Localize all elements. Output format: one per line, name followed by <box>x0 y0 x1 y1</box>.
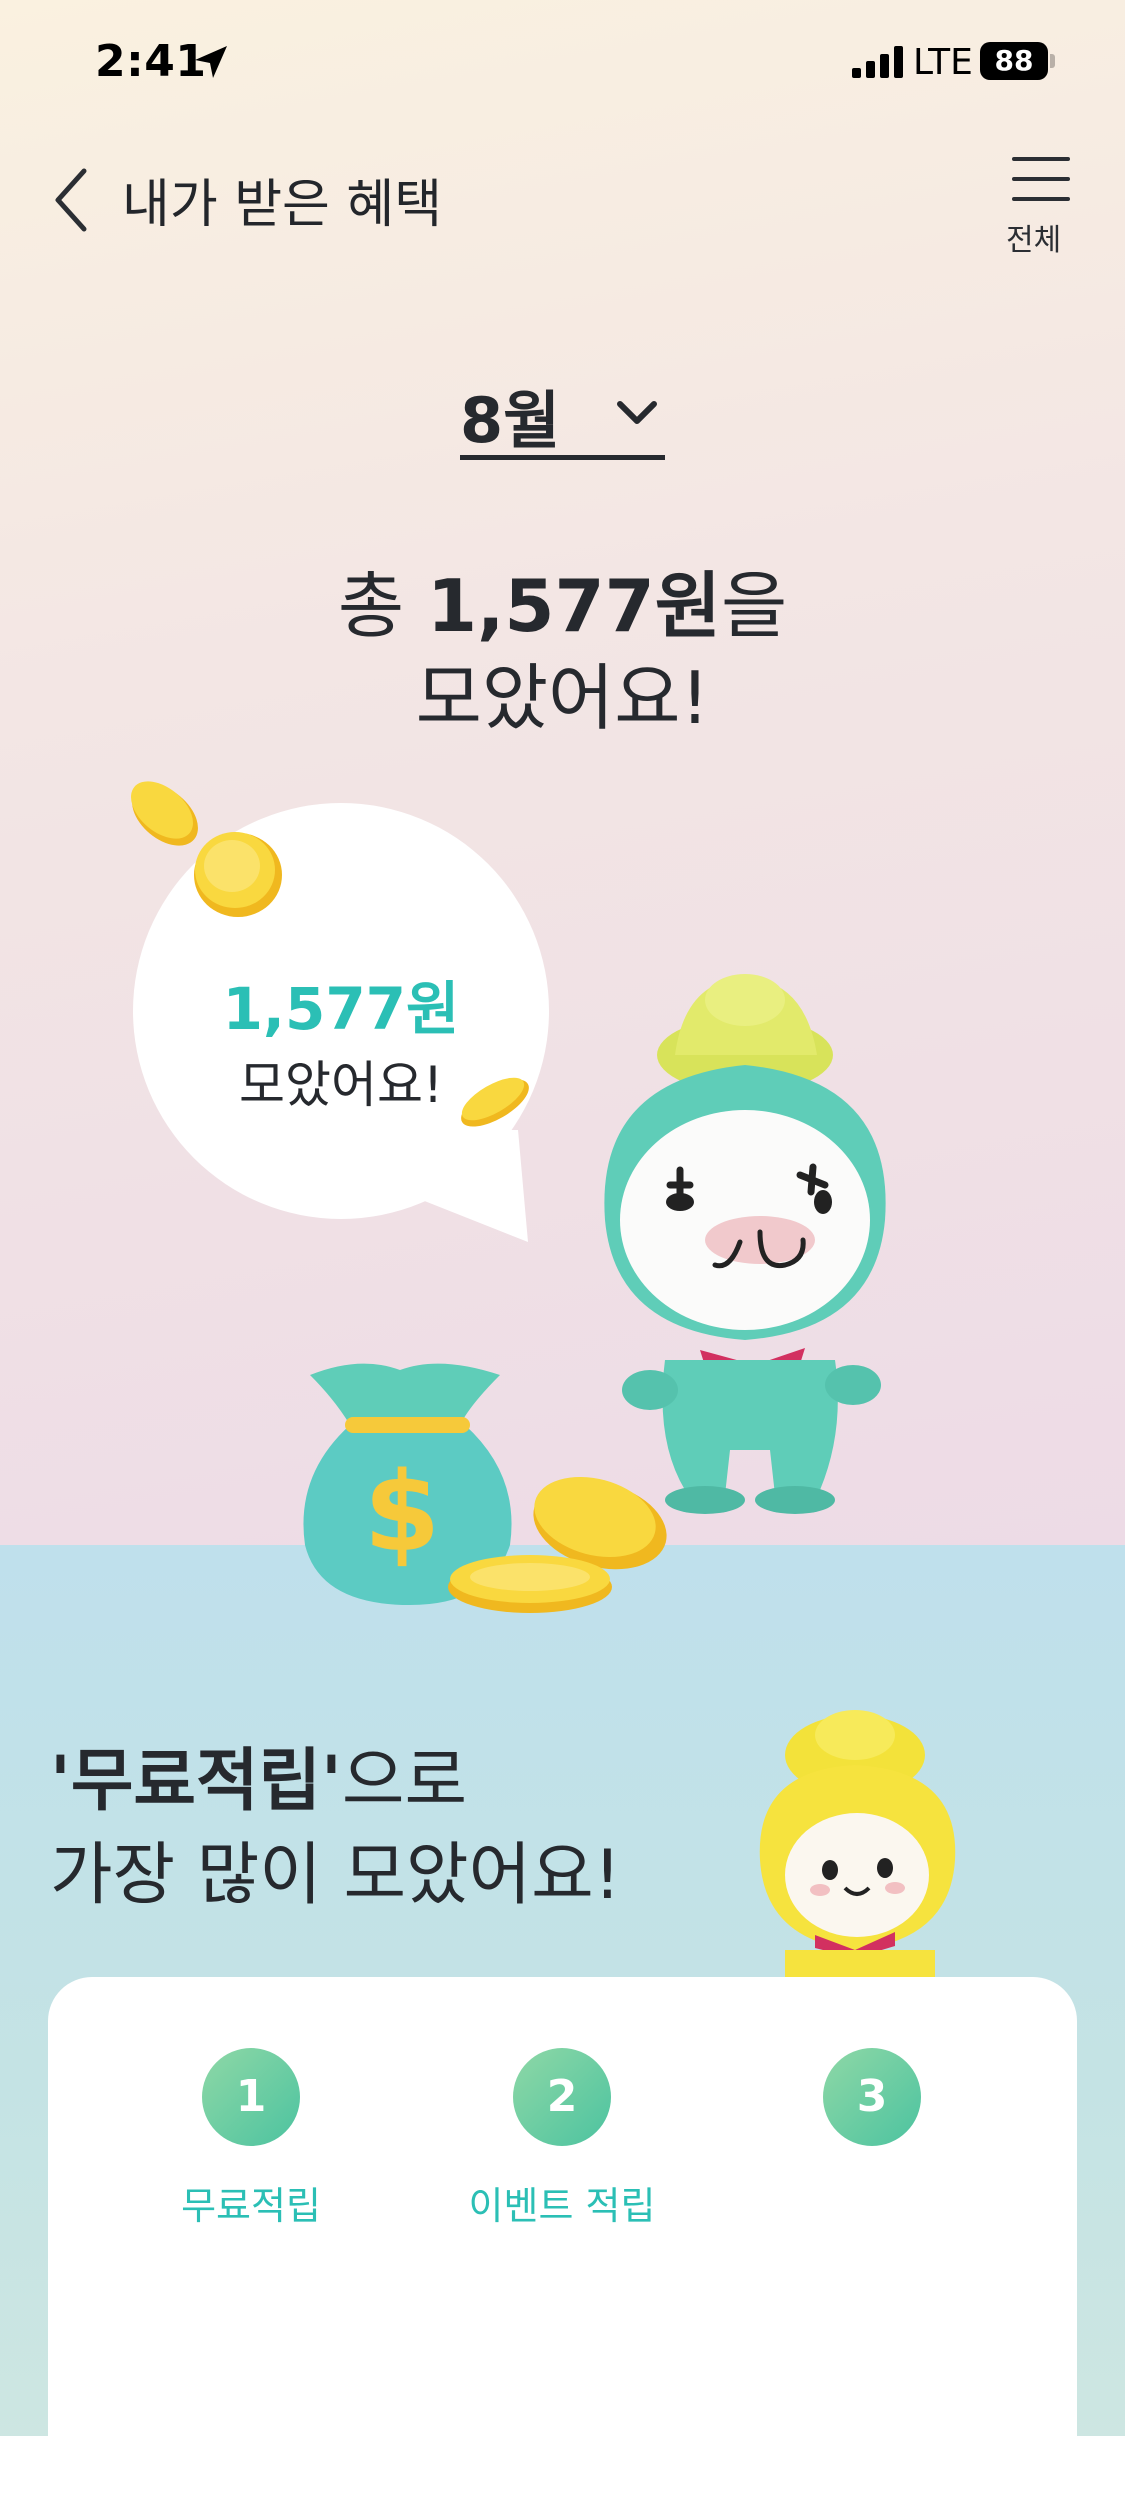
signal-icon <box>852 46 903 78</box>
rank-3-badge: 3 <box>823 2048 921 2146</box>
month-underline <box>460 455 665 460</box>
summary-line-1: 총 1,577원을 <box>0 560 1125 652</box>
svg-text:$: $ <box>364 1448 441 1576</box>
menu-icon-bar <box>1012 197 1070 201</box>
top-source-line-1: '무료적립'으로 <box>50 1735 621 1829</box>
rank-1-label[interactable]: 무료적립 <box>121 2175 381 2230</box>
menu-label[interactable]: 전체 <box>1006 215 1061 259</box>
coin-icon <box>131 781 282 917</box>
ranking-card: 1 무료적립 2 이벤트 적립 3 <box>48 1977 1077 2497</box>
summary-amount: 1,577원 <box>426 564 721 648</box>
top-source-highlight: '무료적립' <box>50 1742 342 1821</box>
network-type: LTE <box>913 42 973 83</box>
top-source-line-2: 가장 많이 모았어요! <box>50 1836 621 1915</box>
summary-suffix: 을 <box>720 564 788 648</box>
summary-prefix: 총 <box>337 564 427 648</box>
speech-bubble-tail <box>410 1130 528 1242</box>
status-time: 2:41 <box>95 36 207 87</box>
rank-1-badge: 1 <box>202 2048 300 2146</box>
top-source-heading: '무료적립'으로 가장 많이 모았어요! <box>50 1735 621 1923</box>
bubble-amount: 1,577원 <box>222 975 460 1043</box>
month-value: 8월 <box>460 384 561 457</box>
menu-icon-bar <box>1012 177 1070 181</box>
rank-2-label[interactable]: 이벤트 적립 <box>432 2175 692 2230</box>
summary-headline: 총 1,577원을 모았어요! <box>0 560 1125 744</box>
status-bar: 2:41 LTE 88 <box>0 0 1125 126</box>
month-selector[interactable]: 8월 <box>460 370 665 464</box>
yellow-mascot-character <box>759 1710 956 1980</box>
coin-icon <box>461 1077 529 1127</box>
battery-cap <box>1050 54 1055 68</box>
summary-line-2: 모았어요! <box>415 656 710 740</box>
menu-icon-bar <box>1012 157 1070 161</box>
chevron-down-icon <box>617 401 657 424</box>
top-source-suffix: 으로 <box>341 1742 468 1821</box>
money-bag-icon: $ <box>303 1363 667 1613</box>
rank-2-badge: 2 <box>513 2048 611 2146</box>
battery-icon: 88 <box>980 42 1048 80</box>
page-title: 내가 받은 혜택 <box>122 175 443 235</box>
location-arrow-icon <box>195 46 227 78</box>
back-chevron-icon[interactable] <box>50 165 90 235</box>
